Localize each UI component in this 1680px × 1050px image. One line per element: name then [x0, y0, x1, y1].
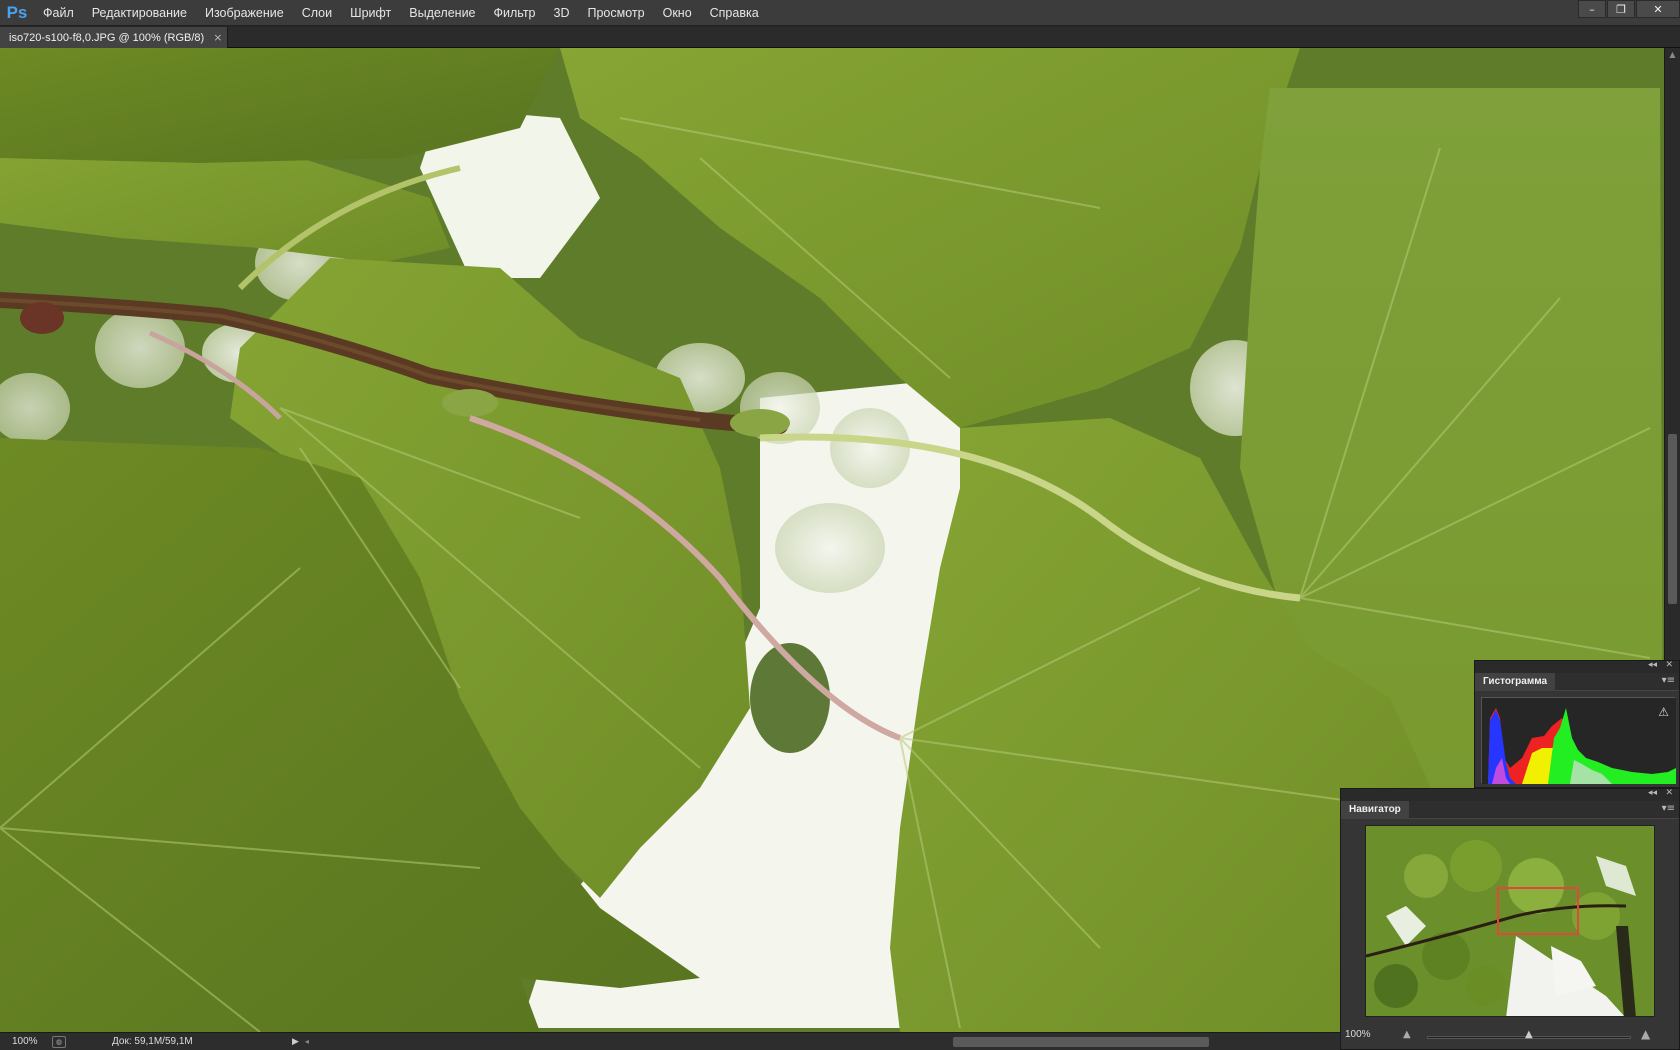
menu-filter[interactable]: Фильтр [485, 0, 545, 26]
menu-bar: Ps Файл Редактирование Изображение Слои … [0, 0, 1680, 26]
menu-type[interactable]: Шрифт [341, 0, 400, 26]
navigator-thumbnail[interactable] [1365, 825, 1655, 1017]
panel-menu-icon[interactable]: ▾≡ [1662, 675, 1675, 686]
menu-select[interactable]: Выделение [400, 0, 484, 26]
document-tab-label: iso720-s100-f8,0.JPG @ 100% (RGB/8) [9, 31, 205, 44]
status-menu-arrow-icon[interactable]: ▶ [292, 1037, 299, 1047]
close-panel-icon[interactable]: ✕ [1665, 788, 1673, 798]
panel-header-bar: ◂◂ ✕ [1341, 788, 1679, 801]
menu-image[interactable]: Изображение [196, 0, 293, 26]
menu-view[interactable]: Просмотр [579, 0, 654, 26]
panel-tab-row: Гистограмма ▾≡ [1475, 673, 1679, 691]
scroll-left-icon[interactable]: ◂ [305, 1037, 309, 1046]
warning-triangle-icon[interactable]: ⚠ [1658, 705, 1669, 719]
proof-setup-icon[interactable]: ◍ [52, 1035, 66, 1048]
zoom-in-icon[interactable]: ▲ [1641, 1027, 1650, 1041]
document-tab[interactable]: iso720-s100-f8,0.JPG @ 100% (RGB/8) × [0, 27, 228, 48]
close-panel-icon[interactable]: ✕ [1665, 660, 1673, 670]
navigator-panel: ◂◂ ✕ Навигатор ▾≡ 100% ▲ ▲ ▲ [1340, 788, 1680, 1050]
close-window-button[interactable]: ✕ [1636, 0, 1680, 18]
window-controls: – ❐ ✕ [1577, 0, 1680, 18]
navigator-footer: 100% ▲ ▲ ▲ [1341, 1025, 1680, 1049]
zoom-slider-knob[interactable]: ▲ [1525, 1029, 1533, 1040]
menu-window[interactable]: Окно [654, 0, 701, 26]
photoshop-logo: Ps [6, 2, 28, 22]
panel-menu-icon[interactable]: ▾≡ [1662, 803, 1675, 814]
menu-layers[interactable]: Слои [293, 0, 341, 26]
navigator-zoom-field[interactable]: 100% [1345, 1029, 1371, 1040]
restore-button[interactable]: ❐ [1607, 0, 1635, 18]
collapse-panel-icon[interactable]: ◂◂ [1648, 660, 1657, 670]
collapse-panel-icon[interactable]: ◂◂ [1648, 788, 1657, 798]
tab-histogram[interactable]: Гистограмма [1475, 673, 1556, 691]
close-tab-icon[interactable]: × [213, 31, 222, 44]
zoom-out-icon[interactable]: ▲ [1403, 1029, 1411, 1040]
vertical-scroll-thumb[interactable] [1668, 434, 1677, 604]
menu-file[interactable]: Файл [34, 0, 83, 26]
histogram-panel: ◂◂ ✕ Гистограмма ▾≡ ⚠ [1474, 660, 1680, 788]
horizontal-scroll-thumb[interactable] [953, 1037, 1209, 1047]
panel-tab-row: Навигатор ▾≡ [1341, 801, 1679, 819]
panel-header-bar: ◂◂ ✕ [1475, 660, 1679, 673]
zoom-level-field[interactable]: 100% [0, 1036, 40, 1047]
menu-help[interactable]: Справка [701, 0, 768, 26]
menu-edit[interactable]: Редактирование [83, 0, 196, 26]
status-bar: 100% ◍ Док: 59,1M/59,1M ▶ ◂ [0, 1032, 1340, 1050]
menu-3d[interactable]: 3D [545, 0, 579, 26]
document-size-info: Док: 59,1M/59,1M [112, 1036, 193, 1047]
scroll-up-icon[interactable]: ▲ [1665, 48, 1680, 62]
histogram-graph [1481, 697, 1676, 784]
minimize-button[interactable]: – [1578, 0, 1606, 18]
document-tab-bar: iso720-s100-f8,0.JPG @ 100% (RGB/8) × [0, 27, 1680, 48]
tab-navigator[interactable]: Навигатор [1341, 801, 1409, 819]
